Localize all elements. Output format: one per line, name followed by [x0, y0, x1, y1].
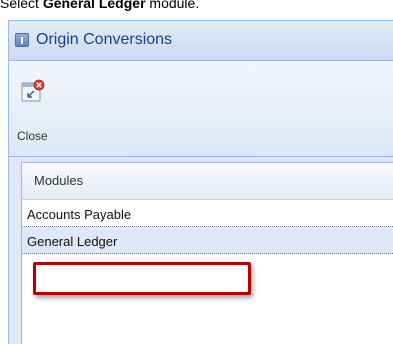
- instruction-prefix: Select: [0, 0, 43, 11]
- module-row-label: Accounts Payable: [27, 207, 132, 222]
- instruction-suffix: module.: [145, 0, 200, 11]
- instruction-caption: Select General Ledger module.: [0, 0, 199, 15]
- modules-column-header[interactable]: Modules: [22, 163, 393, 200]
- close-icon: [21, 79, 45, 102]
- instruction-module-name: General Ledger: [42, 0, 146, 11]
- module-row-label: General Ledger: [27, 234, 118, 249]
- module-row-accounts-payable[interactable]: Accounts Payable: [22, 200, 393, 227]
- window-title: Origin Conversions: [36, 31, 173, 48]
- modules-header-label: Modules: [34, 173, 84, 188]
- toolbar: Close: [9, 61, 393, 157]
- close-button-label: Close: [17, 129, 48, 143]
- window-titlebar: Origin Conversions: [9, 21, 393, 61]
- module-row-general-ledger[interactable]: General Ledger: [22, 227, 393, 254]
- modules-grid: Modules Accounts Payable General Ledger: [21, 162, 393, 344]
- window-app-icon: [15, 33, 29, 47]
- close-button[interactable]: Close: [11, 67, 61, 147]
- selection-highlight-box: [33, 262, 251, 295]
